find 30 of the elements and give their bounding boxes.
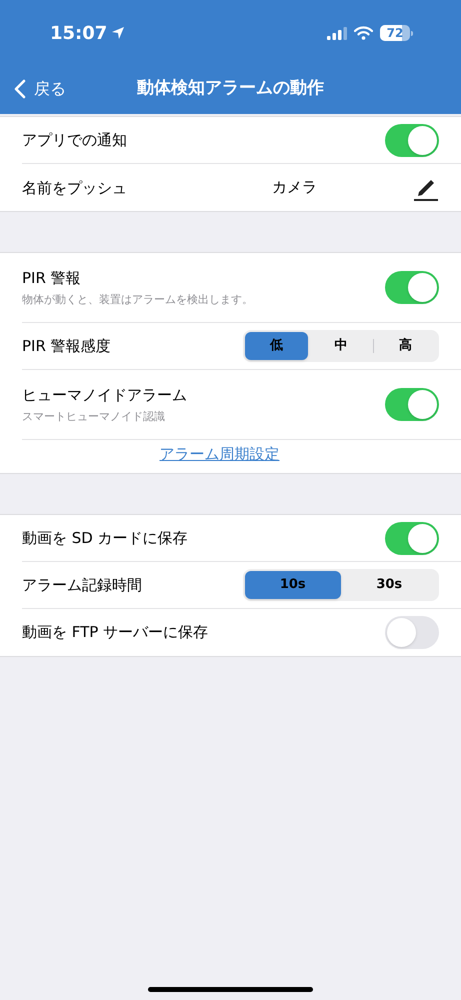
setting-label: ヒューマノイドアラーム: [22, 384, 188, 406]
link[interactable]: アラーム周期設定: [160, 443, 280, 466]
segment-option[interactable]: 30s: [342, 571, 437, 599]
back-button[interactable]: 戻る: [0, 77, 66, 101]
toggle-switch[interactable]: [385, 271, 439, 304]
toggle-switch[interactable]: [385, 388, 439, 421]
screen-title: 動体検知アラームの動作: [137, 77, 324, 100]
setting-description: スマートヒューマノイド認識: [22, 409, 166, 425]
setting-label: アラーム記録時間: [22, 574, 143, 596]
setting-label: アプリでの通知: [22, 130, 128, 151]
wifi-icon: [354, 26, 373, 40]
setting-label: 動画を FTP サーバーに保存: [22, 622, 210, 644]
setting-label: PIR 警報: [22, 268, 82, 288]
battery-icon: 72: [380, 25, 413, 41]
toggle-switch[interactable]: [385, 522, 439, 554]
setting-label: PIR 警報感度: [22, 336, 112, 357]
status-time: 15:07: [50, 22, 108, 46]
signal-icon: [327, 26, 347, 40]
segment-option[interactable]: 低: [245, 332, 308, 360]
location-arrow-icon: [111, 26, 126, 40]
setting-label: 動画を SD カードに保存: [22, 528, 189, 549]
segment-option[interactable]: 10s: [245, 571, 340, 599]
segment-option[interactable]: 高: [374, 332, 437, 360]
setting-label: 名前をプッシュ: [22, 178, 127, 196]
setting-description: 物体が動くと、装置はアラームを検出します。: [22, 292, 254, 308]
value-text: カメラ: [272, 177, 317, 198]
toggle-switch[interactable]: [385, 124, 439, 156]
segment-option[interactable]: 中: [309, 332, 373, 360]
chevron-left-icon: [14, 79, 26, 99]
toggle-switch[interactable]: [385, 616, 439, 649]
